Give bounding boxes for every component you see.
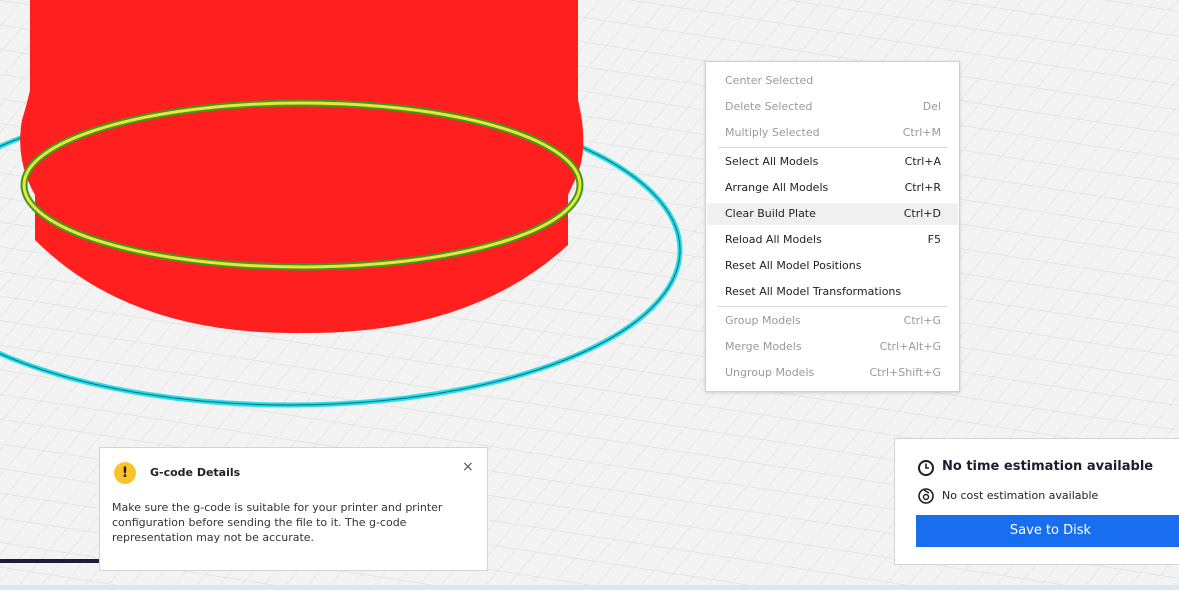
gcode-details-title: G-code Details <box>150 466 241 479</box>
time-estimation-text: No time estimation available <box>942 459 1154 474</box>
menu-item-label: Multiply Selected <box>725 126 820 139</box>
progress-line <box>0 559 100 563</box>
menu-item-label: Reset All Model Positions <box>725 259 862 272</box>
menu-item-shortcut: Ctrl+R <box>904 181 941 194</box>
gcode-details-message: Make sure the g-code is suitable for you… <box>112 501 443 544</box>
menu-item-reset-all-model-positions[interactable]: Reset All Model Positions <box>707 255 958 277</box>
menu-item-label: Group Models <box>725 314 801 327</box>
bottom-strip <box>0 585 1179 590</box>
menu-item-label: Reload All Models <box>725 233 822 246</box>
menu-item-label: Delete Selected <box>725 100 813 113</box>
menu-item-merge-models[interactable]: Merge Models Ctrl+Alt+G <box>707 336 958 358</box>
menu-item-multiply-selected[interactable]: Multiply Selected Ctrl+M <box>707 122 958 144</box>
menu-item-arrange-all-models[interactable]: Arrange All Models Ctrl+R <box>707 177 958 199</box>
menu-item-label: Merge Models <box>725 340 802 353</box>
menu-item-label: Arrange All Models <box>725 181 829 194</box>
menu-item-shortcut: Ctrl+D <box>903 207 941 220</box>
menu-item-center-selected[interactable]: Center Selected <box>707 70 958 92</box>
context-menu: Center Selected Delete Selected Del Mult… <box>705 61 960 392</box>
close-icon[interactable]: × <box>462 459 474 475</box>
menu-item-ungroup-models[interactable]: Ungroup Models Ctrl+Shift+G <box>707 362 958 384</box>
menu-item-shortcut: Ctrl+Shift+G <box>869 366 941 379</box>
menu-item-label: Clear Build Plate <box>725 207 816 220</box>
estimation-panel: No time estimation available No cost est… <box>894 438 1179 565</box>
clock-icon <box>918 460 934 476</box>
menu-item-shortcut: F5 <box>927 233 941 246</box>
menu-item-reload-all-models[interactable]: Reload All Models F5 <box>707 229 958 251</box>
warning-icon: ! <box>114 462 136 484</box>
menu-separator <box>718 306 947 307</box>
menu-item-shortcut: Ctrl+M <box>902 126 941 139</box>
spool-icon <box>918 488 934 504</box>
menu-item-reset-all-model-transformations[interactable]: Reset All Model Transformations <box>707 281 958 303</box>
gcode-details-panel: ! G-code Details × Make sure the g-code … <box>99 447 488 571</box>
menu-item-label: Ungroup Models <box>725 366 815 379</box>
model-cylinder[interactable] <box>20 0 584 334</box>
save-to-disk-button[interactable]: Save to Disk <box>916 515 1179 547</box>
menu-item-shortcut: Ctrl+Alt+G <box>879 340 941 353</box>
menu-item-label: Center Selected <box>725 74 814 87</box>
menu-item-select-all-models[interactable]: Select All Models Ctrl+A <box>707 151 958 173</box>
menu-item-shortcut: Ctrl+G <box>903 314 941 327</box>
menu-item-shortcut: Ctrl+A <box>904 155 941 168</box>
menu-item-label: Select All Models <box>725 155 819 168</box>
cost-estimation-text: No cost estimation available <box>942 489 1099 502</box>
menu-item-group-models[interactable]: Group Models Ctrl+G <box>707 310 958 332</box>
menu-item-shortcut: Del <box>922 100 941 113</box>
menu-separator <box>718 147 947 148</box>
menu-item-label: Reset All Model Transformations <box>725 285 902 298</box>
menu-item-clear-build-plate[interactable]: Clear Build Plate Ctrl+D <box>707 203 958 225</box>
menu-item-delete-selected[interactable]: Delete Selected Del <box>707 96 958 118</box>
